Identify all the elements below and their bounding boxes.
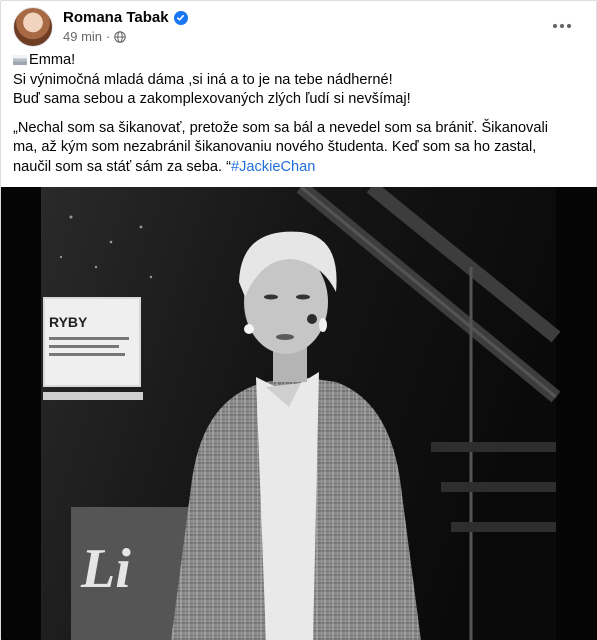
verified-badge-icon <box>173 10 188 25</box>
quote-line: ma, až kým som nezabránil šikanovaniu no… <box>13 139 537 155</box>
author-name[interactable]: Romana Tabak <box>63 9 169 26</box>
post-line: Buď sama sebou a zakomplexovaných zlých … <box>13 91 411 107</box>
post-meta: 49 min · <box>63 29 127 44</box>
author-row: Romana Tabak <box>63 9 188 26</box>
post-line: Emma! <box>13 51 583 71</box>
meta-separator: · <box>106 29 111 44</box>
big-sign-text: Li <box>80 538 131 600</box>
more-options-button[interactable] <box>547 11 577 41</box>
more-options-icon <box>552 23 572 29</box>
post-line: Si výnimočná mladá dáma ,si iná a to je … <box>13 71 393 88</box>
globe-icon[interactable] <box>114 30 127 43</box>
post-timestamp[interactable]: 49 min <box>63 29 102 44</box>
post-photo[interactable]: RYBY Li <box>1 187 597 640</box>
hashtag-link[interactable]: #JackieChan <box>231 159 315 175</box>
facebook-post: Romana Tabak 49 min · Emma! Si výnimočná… <box>0 0 597 640</box>
post-quote: „Nechal som sa šikanovať, pretože som sa… <box>13 119 583 178</box>
post-text: Emma! Si výnimočná mladá dáma ,si iná a … <box>13 51 583 177</box>
quote-line: „Nechal som sa šikanovať, pretože som sa… <box>13 119 548 136</box>
post-header: Romana Tabak 49 min · <box>13 7 583 47</box>
flag-icon <box>13 55 27 65</box>
author-avatar[interactable] <box>13 7 53 47</box>
photo-illustration: RYBY Li <box>41 187 561 640</box>
quote-line: naučil som sa stáť sám za seba. “#Jackie… <box>13 158 316 175</box>
sign-text: RYBY <box>49 314 88 330</box>
